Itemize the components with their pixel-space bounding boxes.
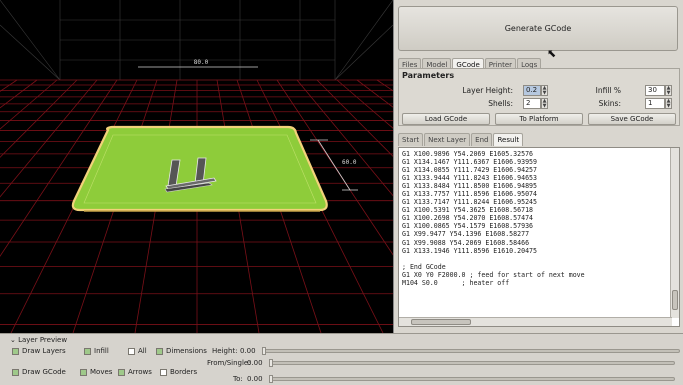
- shells-input[interactable]: 2 ▲ ▼: [523, 98, 548, 109]
- layer-height-stepper-icon[interactable]: ▲ ▼: [541, 85, 548, 96]
- horizontal-scrollbar[interactable]: [399, 317, 672, 326]
- generate-gcode-label: Generate GCode: [504, 24, 572, 33]
- layer-preview-title: ⌄ Layer Preview: [10, 336, 67, 344]
- 3d-viewport[interactable]: 80.0 60.0: [0, 0, 393, 333]
- right-panel: Generate GCode ⬉ Files Model GCode Print…: [393, 0, 683, 333]
- moves-label: Moves: [90, 368, 113, 376]
- slider-handle[interactable]: [262, 347, 266, 355]
- parameters-title: Parameters: [402, 71, 455, 80]
- skins-input[interactable]: 1 ▲ ▼: [645, 98, 672, 109]
- all-checkbox[interactable]: All: [128, 347, 147, 355]
- checkbox-icon[interactable]: [80, 368, 87, 376]
- infill-value: 30: [648, 86, 657, 94]
- checkbox-icon[interactable]: [12, 347, 19, 355]
- layer-height-value: 0.2: [526, 86, 538, 94]
- infill-label: Infill %: [595, 86, 621, 95]
- generate-gcode-button[interactable]: Generate GCode ⬉: [398, 6, 678, 60]
- scroll-thumb[interactable]: [411, 319, 471, 325]
- borders-checkbox[interactable]: Borders: [160, 368, 197, 376]
- collapse-arrow-icon[interactable]: ⌄: [10, 336, 18, 344]
- checkbox-icon[interactable]: [12, 368, 19, 376]
- load-gcode-button[interactable]: Load GCode: [402, 113, 490, 125]
- gcode-lines: G1 X100.9896 Y54.2069 E1605.32576 G1 X13…: [402, 150, 585, 287]
- infill-checkbox[interactable]: Infill: [84, 347, 109, 355]
- checkbox-icon[interactable]: [118, 368, 125, 376]
- save-gcode-button[interactable]: Save GCode: [588, 113, 676, 125]
- shells-value: 2: [526, 99, 531, 107]
- to-label: To:: [233, 375, 243, 383]
- height-slider[interactable]: [262, 347, 680, 355]
- scroll-thumb[interactable]: [672, 290, 678, 310]
- back-wall-grid: [0, 0, 393, 81]
- shells-label: Shells:: [488, 99, 513, 108]
- infill-input[interactable]: 30 ▲ ▼: [645, 85, 672, 96]
- from-single-label: From/Single:: [207, 359, 251, 367]
- from-single-slider[interactable]: [269, 359, 675, 367]
- draw-layers-label: Draw Layers: [22, 347, 66, 355]
- to-slider[interactable]: [269, 375, 675, 383]
- slider-handle[interactable]: [269, 359, 273, 367]
- skins-label: Skins:: [598, 99, 621, 108]
- borders-label: Borders: [170, 368, 198, 376]
- tab-start[interactable]: Start: [398, 133, 424, 146]
- draw-gcode-label: Draw GCode: [22, 368, 66, 376]
- slider-handle[interactable]: [269, 375, 273, 383]
- checkbox-icon[interactable]: [156, 347, 163, 355]
- arrows-checkbox[interactable]: Arrows: [118, 368, 152, 376]
- tab-result[interactable]: Result: [493, 133, 524, 146]
- vertical-scrollbar[interactable]: [670, 148, 679, 318]
- height-label: Height:: [212, 347, 238, 355]
- tab-end[interactable]: End: [471, 133, 493, 146]
- parameters-group: Parameters Layer Height: 0.2 ▲ ▼ Infill %…: [398, 68, 680, 126]
- draw-layers-checkbox[interactable]: Draw Layers: [12, 347, 66, 355]
- gcode-text-area[interactable]: G1 X100.9896 Y54.2069 E1605.32576 G1 X13…: [398, 147, 680, 327]
- moves-checkbox[interactable]: Moves: [80, 368, 112, 376]
- arrows-label: Arrows: [128, 368, 152, 376]
- gcode-subtab-bar: Start Next Layer End Result: [398, 133, 524, 146]
- dimensions-label: Dimensions: [166, 347, 207, 355]
- shells-stepper-icon[interactable]: ▲ ▼: [541, 98, 548, 109]
- skins-stepper-icon[interactable]: ▲ ▼: [665, 98, 672, 109]
- checkbox-icon[interactable]: [128, 347, 135, 355]
- viewport-canvas[interactable]: 80.0 60.0: [0, 0, 393, 333]
- infill-checkbox-label: Infill: [94, 347, 109, 355]
- depth-dimension-label: 60.0: [342, 159, 357, 166]
- all-label: All: [138, 347, 147, 355]
- to-value: 0.00: [247, 375, 263, 383]
- dimensions-checkbox[interactable]: Dimensions: [156, 347, 207, 355]
- from-single-value: 0.00: [247, 359, 263, 367]
- height-value: 0.00: [240, 347, 256, 355]
- skins-value: 1: [648, 99, 653, 107]
- layer-preview-panel: ⌄ Layer Preview Draw Layers Infill All D…: [0, 333, 683, 385]
- to-platform-button[interactable]: To Platform: [495, 113, 583, 125]
- mouse-cursor-icon: ⬉: [547, 47, 557, 60]
- layer-height-label: Layer Height:: [462, 86, 513, 95]
- tab-next-layer[interactable]: Next Layer: [424, 133, 471, 146]
- draw-gcode-checkbox[interactable]: Draw GCode: [12, 368, 66, 376]
- checkbox-icon[interactable]: [84, 347, 91, 355]
- infill-stepper-icon[interactable]: ▲ ▼: [665, 85, 672, 96]
- checkbox-icon[interactable]: [160, 368, 167, 376]
- layer-preview-title-text: Layer Preview: [18, 336, 68, 344]
- width-dimension-label: 80.0: [194, 59, 209, 66]
- layer-height-input[interactable]: 0.2 ▲ ▼: [523, 85, 548, 96]
